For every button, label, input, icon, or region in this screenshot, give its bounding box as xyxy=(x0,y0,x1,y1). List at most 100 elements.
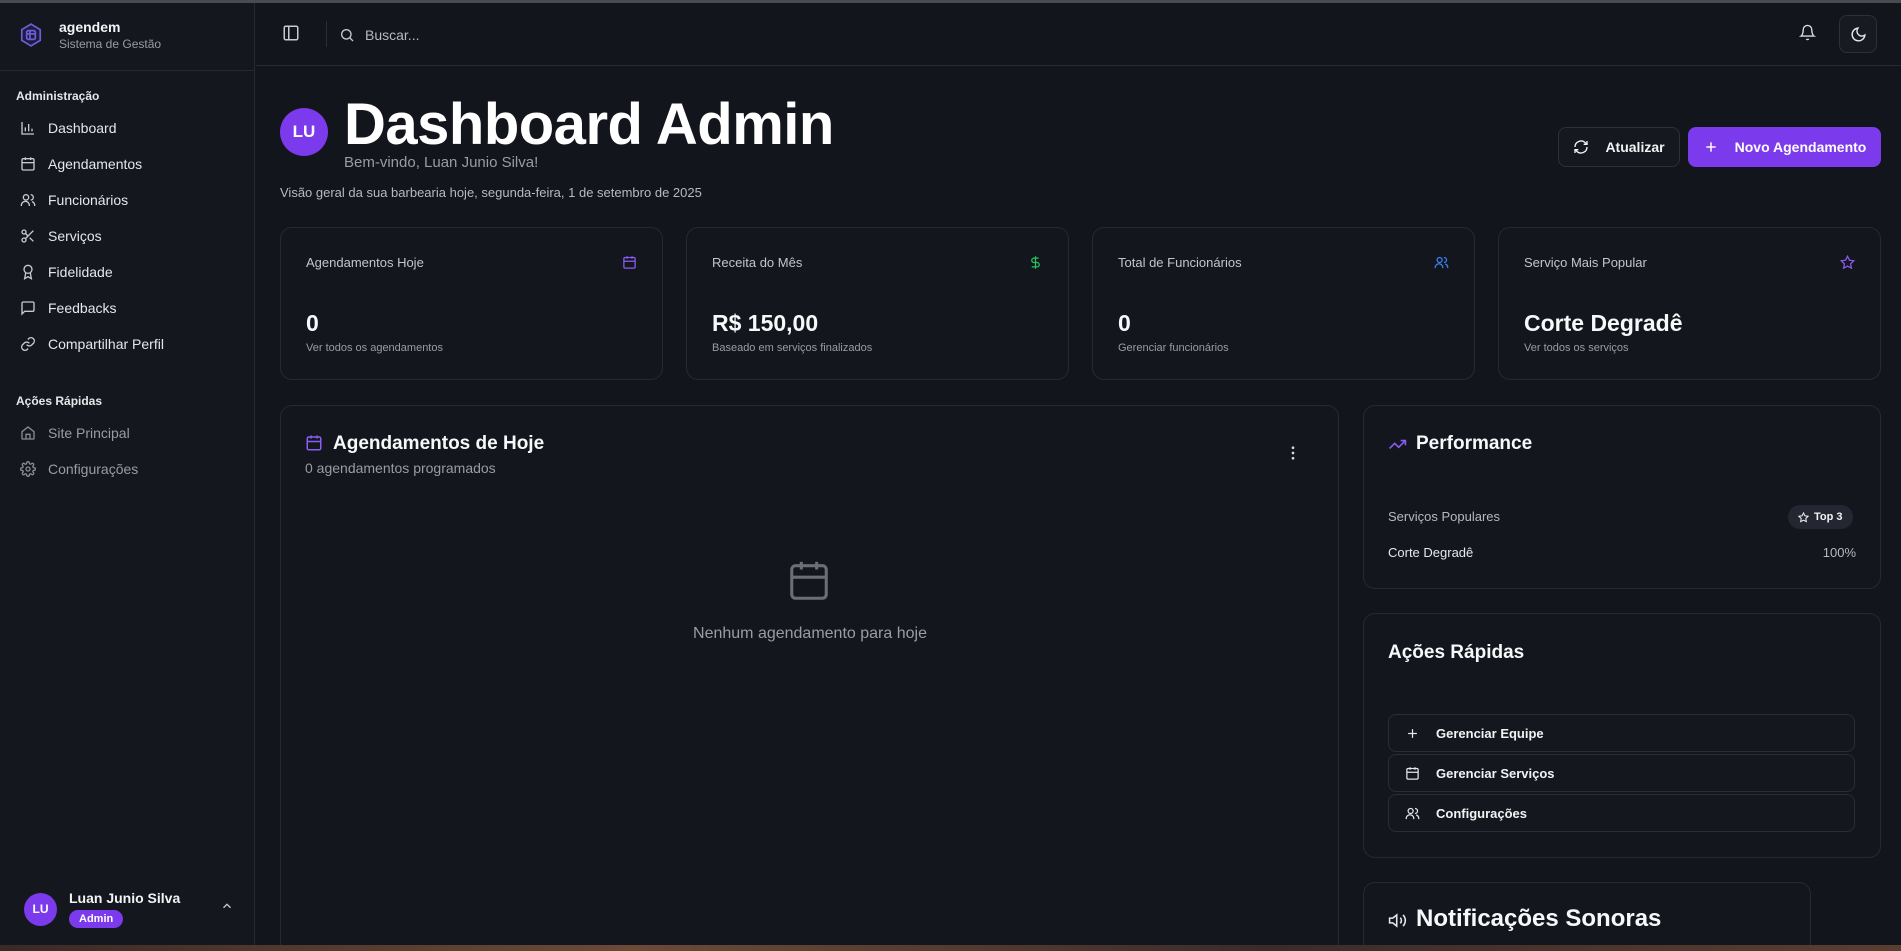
message-icon xyxy=(20,300,36,316)
sidebar-item-label: Serviços xyxy=(48,228,102,244)
top-header xyxy=(256,3,1901,66)
stat-link: Baseado em serviços finalizados xyxy=(712,342,873,354)
trending-up-icon xyxy=(1388,435,1407,454)
overview-text: Visão geral da sua barbearia hoje, segun… xyxy=(280,185,702,200)
today-appointments-subtitle: 0 agendamentos programados xyxy=(305,460,496,476)
brand-subtitle: Sistema de Gestão xyxy=(59,37,162,51)
popular-service-percent: 100% xyxy=(1822,545,1856,560)
stat-card-receita[interactable]: Receita do Mês R$ 150,00 Baseado em serv… xyxy=(686,227,1069,380)
sidebar-item-fidelidade[interactable]: Fidelidade xyxy=(12,254,244,290)
empty-calendar-icon xyxy=(786,558,832,604)
theme-toggle-button[interactable] xyxy=(1839,15,1877,53)
sidebar-item-label: Configurações xyxy=(48,461,139,477)
sidebar: agendem Sistema de Gestão Administração … xyxy=(0,3,255,951)
stat-label: Serviço Mais Popular xyxy=(1524,255,1647,270)
sidebar-group-admin: Administração xyxy=(16,89,100,103)
plus-icon xyxy=(1405,726,1420,741)
stat-link[interactable]: Gerenciar funcionários xyxy=(1118,342,1229,354)
manage-team-label: Gerenciar Equipe xyxy=(1436,725,1544,741)
page-title: Dashboard Admin xyxy=(344,92,834,157)
sidebar-item-label: Agendamentos xyxy=(48,156,143,172)
stat-label: Agendamentos Hoje xyxy=(306,255,424,270)
sidebar-toggle-icon[interactable] xyxy=(282,24,302,44)
sidebar-item-agendamentos[interactable]: Agendamentos xyxy=(12,146,244,182)
header-separator xyxy=(326,21,327,47)
sidebar-item-label: Fidelidade xyxy=(48,264,113,280)
stat-link[interactable]: Ver todos os serviços xyxy=(1524,342,1629,354)
volume-icon xyxy=(1388,911,1407,930)
sidebar-group-quick: Ações Rápidas xyxy=(16,394,103,408)
new-appointment-button[interactable]: Novo Agendamento xyxy=(1688,127,1881,167)
stat-label: Receita do Mês xyxy=(712,255,803,270)
sound-notifications-title: Notificações Sonoras xyxy=(1416,905,1662,932)
avatar: LU xyxy=(24,892,57,926)
bell-icon[interactable] xyxy=(1799,24,1816,41)
empty-state-text: Nenhum agendamento para hoje xyxy=(693,625,927,642)
star-icon xyxy=(1840,255,1855,270)
sidebar-quick-menu: Site Principal Configurações xyxy=(12,415,244,487)
brand[interactable]: agendem Sistema de Gestão xyxy=(16,19,161,51)
calendar-icon xyxy=(622,255,637,270)
sidebar-item-configuracoes[interactable]: Configurações xyxy=(12,451,244,487)
refresh-button-label: Atualizar xyxy=(1605,139,1665,155)
user-name: Luan Junio Silva xyxy=(69,890,181,906)
users-icon xyxy=(1434,255,1449,270)
sidebar-admin-menu: Dashboard Agendamentos Funcionários Serv… xyxy=(12,110,244,362)
sidebar-item-feedbacks[interactable]: Feedbacks xyxy=(12,290,244,326)
sidebar-item-site-principal[interactable]: Site Principal xyxy=(12,415,244,451)
quick-actions-title: Ações Rápidas xyxy=(1388,642,1525,663)
scissors-icon xyxy=(20,228,36,244)
brand-logo-icon xyxy=(16,20,46,50)
user-menu[interactable]: LU Luan Junio Silva Admin xyxy=(24,887,234,931)
sidebar-item-funcionarios[interactable]: Funcionários xyxy=(12,182,244,218)
sidebar-item-label: Feedbacks xyxy=(48,300,117,316)
sidebar-item-servicos[interactable]: Serviços xyxy=(12,218,244,254)
stat-value: 0 xyxy=(306,310,319,336)
popular-services-label: Serviços Populares xyxy=(1388,509,1500,524)
stat-card-agendamentos[interactable]: Agendamentos Hoje 0 Ver todos os agendam… xyxy=(280,227,663,380)
sidebar-item-label: Dashboard xyxy=(48,120,117,136)
stat-card-servico-popular[interactable]: Serviço Mais Popular Corte Degradê Ver t… xyxy=(1498,227,1881,380)
sidebar-item-label: Site Principal xyxy=(48,425,130,441)
sidebar-item-label: Compartilhar Perfil xyxy=(48,336,164,352)
performance-title: Performance xyxy=(1416,433,1533,454)
moon-icon xyxy=(1850,26,1867,43)
popular-service-name: Corte Degradê xyxy=(1388,545,1474,560)
sidebar-item-label: Funcionários xyxy=(48,192,129,208)
brand-name: agendem xyxy=(59,19,121,35)
settings-label: Configurações xyxy=(1436,805,1528,821)
manage-team-button[interactable]: Gerenciar Equipe xyxy=(1388,714,1855,752)
star-icon xyxy=(1798,511,1809,523)
calendar-icon xyxy=(1405,766,1420,781)
sidebar-item-dashboard[interactable]: Dashboard xyxy=(12,110,244,146)
today-appointments-panel xyxy=(280,405,1339,951)
welcome-text: Bem-vindo, Luan Junio Silva! xyxy=(344,154,539,171)
stat-value: 0 xyxy=(1118,310,1131,336)
sidebar-item-compartilhar-perfil[interactable]: Compartilhar Perfil xyxy=(12,326,244,362)
top-badge: Top 3 xyxy=(1788,505,1853,529)
stat-card-funcionarios[interactable]: Total de Funcionários 0 Gerenciar funcio… xyxy=(1092,227,1475,380)
settings-button[interactable]: Configurações xyxy=(1388,794,1855,832)
award-icon xyxy=(20,264,36,280)
dollar-icon xyxy=(1028,255,1043,270)
sidebar-divider xyxy=(0,70,255,71)
more-options-icon[interactable] xyxy=(1284,444,1302,462)
stat-link[interactable]: Ver todos os agendamentos xyxy=(306,342,443,354)
chevron-up-icon[interactable] xyxy=(220,899,234,913)
hero-avatar: LU xyxy=(280,108,328,156)
stat-label: Total de Funcionários xyxy=(1118,255,1242,270)
plus-icon xyxy=(1703,139,1719,155)
refresh-icon xyxy=(1573,139,1589,155)
today-appointments-title: Agendamentos de Hoje xyxy=(333,433,545,454)
manage-services-button[interactable]: Gerenciar Serviços xyxy=(1388,754,1855,792)
link-icon xyxy=(20,336,36,352)
bar-chart-icon xyxy=(20,120,36,136)
new-appointment-label: Novo Agendamento xyxy=(1734,139,1867,155)
refresh-button[interactable]: Atualizar xyxy=(1558,127,1680,167)
home-icon xyxy=(20,425,36,441)
calendar-icon xyxy=(20,156,36,172)
search-input[interactable] xyxy=(365,27,585,43)
users-icon xyxy=(1405,806,1420,821)
search-bar[interactable] xyxy=(336,19,616,51)
stat-value: R$ 150,00 xyxy=(712,310,819,336)
